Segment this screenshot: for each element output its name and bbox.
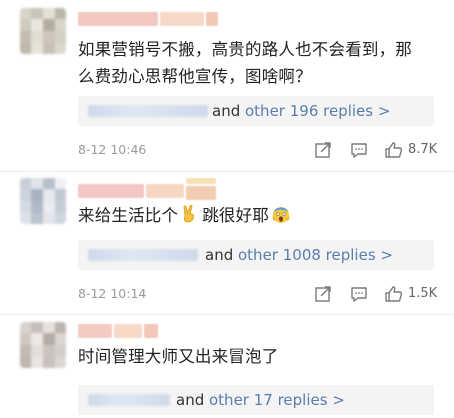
avatar-mosaic-tile [55, 43, 66, 54]
victory-hand-emoji-icon [180, 204, 200, 224]
avatar-mosaic-tile [43, 201, 55, 213]
like-count: 1.5K [408, 286, 438, 301]
avatar-mosaic-tile [43, 345, 55, 357]
avatar-mosaic-tile [55, 189, 66, 201]
avatar-mosaic-tile [31, 8, 43, 19]
avatar-mosaic-tile [43, 8, 55, 19]
avatar-mosaic-tile [31, 333, 43, 345]
more-replies-link[interactable]: other 17 replies > [209, 391, 345, 409]
reply-user-blurred [88, 105, 208, 117]
screaming-face-emoji-icon [271, 204, 291, 224]
comment-text: 如果营销号不搬，高贵的路人也不会看到，那么费劲心思帮他宣传，图啥啊？ [78, 40, 412, 86]
avatar-mosaic-tile [55, 333, 66, 345]
avatar-mosaic-tile [31, 19, 43, 31]
comment-icon[interactable] [349, 284, 369, 304]
avatar-mosaic-tile [55, 345, 66, 357]
avatar-mosaic-tile [43, 43, 55, 54]
avatar-mosaic-tile [20, 43, 31, 54]
replies-prefix: and [212, 102, 245, 120]
avatar-mosaic-tile [20, 19, 31, 31]
like-icon[interactable] [384, 140, 404, 160]
avatar-mosaic-tile [20, 213, 31, 224]
avatar-mosaic-tile [20, 201, 31, 213]
avatar-mosaic-tile [55, 8, 66, 19]
avatar-mosaic-tile [20, 178, 31, 189]
timestamp: 8-12 10:46 [78, 142, 147, 157]
avatar-mosaic-tile [31, 43, 43, 54]
comment-icon[interactable] [349, 140, 369, 160]
avatar-mosaic-tile [20, 357, 31, 368]
comment-text-middle: 跳很好耶 [202, 206, 270, 225]
avatar-mosaic-tile [31, 31, 43, 43]
replies-prefix: and [205, 246, 238, 264]
avatar-mosaic-tile [20, 322, 31, 333]
avatar-mosaic-tile [31, 357, 43, 368]
comment-meta: 8-12 10:46 8.7K [78, 140, 438, 162]
like-count: 8.7K [408, 142, 438, 157]
avatar-mosaic-tile [31, 213, 43, 224]
more-replies-link[interactable]: other 196 replies > [245, 102, 390, 120]
replies-box[interactable]: and other 196 replies > [78, 96, 434, 126]
avatar-mosaic-tile [43, 213, 55, 224]
avatar-mosaic-tile [43, 322, 55, 333]
avatar-mosaic-tile [43, 189, 55, 201]
comment-text: 来给生活比个 跳很好耶 [78, 202, 418, 229]
avatar-mosaic-tile [55, 213, 66, 224]
reply-user-blurred [88, 394, 170, 406]
like-icon[interactable] [384, 284, 404, 304]
more-replies-link[interactable]: other 1008 replies > [238, 246, 393, 264]
avatar-mosaic-tile [20, 8, 31, 19]
replies-prefix: and [176, 391, 209, 409]
avatar-mosaic-tile [55, 201, 66, 213]
comment-text: 时间管理大师又出来冒泡了 [78, 347, 279, 366]
avatar-mosaic-tile [31, 178, 43, 189]
avatar[interactable] [20, 322, 66, 368]
avatar-mosaic-tile [20, 333, 31, 345]
avatar-mosaic-tile [20, 31, 31, 43]
avatar[interactable] [20, 8, 66, 54]
avatar-mosaic-tile [43, 19, 55, 31]
comment-text-before: 来给生活比个 [78, 206, 179, 225]
replies-box[interactable]: and other 17 replies > [78, 385, 434, 415]
avatar-mosaic-tile [55, 31, 66, 43]
divider [0, 314, 454, 315]
avatar[interactable] [20, 178, 66, 224]
avatar-mosaic-tile [43, 31, 55, 43]
avatar-mosaic-tile [55, 19, 66, 31]
divider [0, 171, 454, 172]
avatar-mosaic-tile [55, 357, 66, 368]
avatar-mosaic-tile [55, 178, 66, 189]
avatar-mosaic-tile [55, 322, 66, 333]
avatar-mosaic-tile [20, 189, 31, 201]
reply-user-blurred [88, 249, 198, 261]
avatar-mosaic-tile [43, 357, 55, 368]
share-icon[interactable] [313, 140, 333, 160]
avatar-mosaic-tile [31, 322, 43, 333]
avatar-mosaic-tile [43, 178, 55, 189]
avatar-mosaic-tile [31, 345, 43, 357]
replies-box[interactable]: and other 1008 replies > [78, 240, 434, 270]
avatar-mosaic-tile [31, 201, 43, 213]
comment-meta: 8-12 10:14 1.5K [78, 284, 438, 306]
avatar-mosaic-tile [20, 345, 31, 357]
avatar-mosaic-tile [43, 333, 55, 345]
avatar-mosaic-tile [31, 189, 43, 201]
share-icon[interactable] [313, 284, 333, 304]
timestamp: 8-12 10:14 [78, 286, 147, 301]
